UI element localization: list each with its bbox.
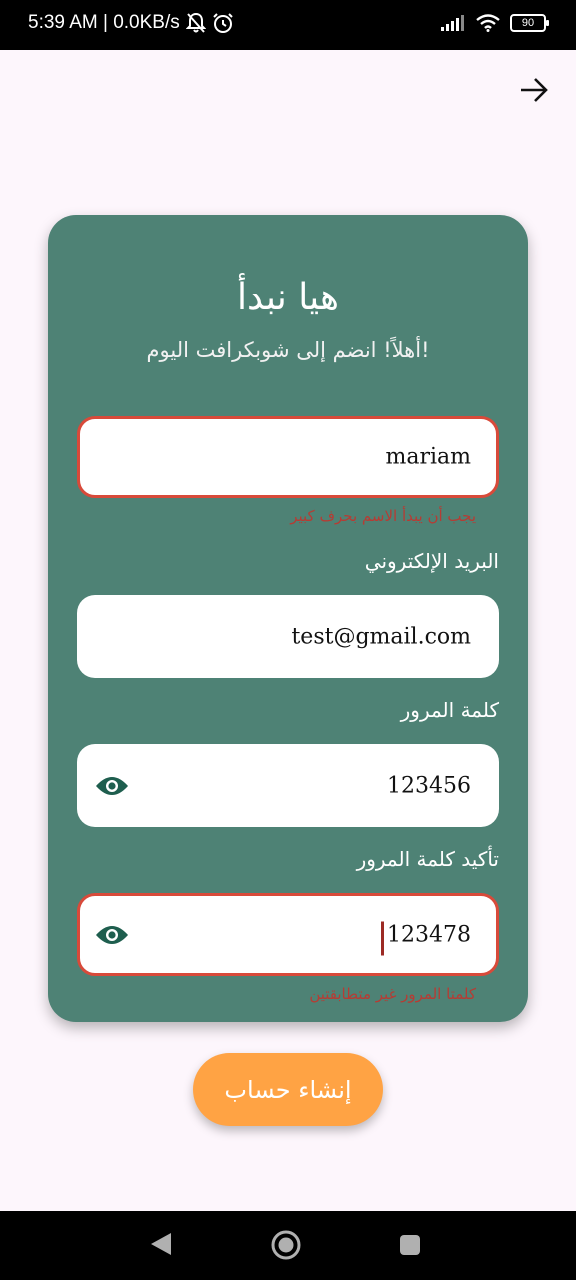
email-value: test@gmail.com bbox=[291, 624, 471, 649]
nav-back-icon[interactable] bbox=[149, 1231, 173, 1257]
confirm-password-error: كلمتا المرور غير متطابقتين bbox=[309, 985, 476, 1003]
confirm-password-text: 123478 bbox=[387, 922, 471, 947]
name-value: mariam bbox=[385, 444, 471, 470]
nav-home-icon[interactable] bbox=[270, 1229, 302, 1261]
name-field[interactable]: mariam bbox=[77, 416, 499, 498]
text-cursor bbox=[381, 921, 385, 955]
confirm-password-label: تأكيد كلمة المرور bbox=[356, 847, 499, 871]
show-confirm-password-eye-icon[interactable] bbox=[95, 923, 129, 947]
password-field[interactable]: 123456 bbox=[77, 744, 499, 827]
status-time-speed: 5:39 AM | 0.0KB/s bbox=[28, 12, 180, 33]
battery-level: 90 bbox=[521, 16, 535, 29]
password-label: كلمة المرور bbox=[400, 698, 499, 722]
battery-icon: 90 bbox=[510, 14, 549, 32]
create-account-button[interactable]: إنشاء حساب bbox=[193, 1053, 383, 1126]
page-title: هيا نبدأ bbox=[236, 277, 340, 318]
page-subtitle: أهلاً! انضم إلى شوبكرافت اليوم! bbox=[146, 338, 430, 362]
confirm-password-field[interactable]: 123478 bbox=[77, 893, 499, 976]
notifications-off-icon bbox=[185, 12, 206, 33]
back-arrow-icon[interactable] bbox=[518, 74, 550, 106]
signup-card: هيا نبدأ أهلاً! انضم إلى شوبكرافت اليوم!… bbox=[48, 215, 528, 1022]
email-label: البريد الإلكتروني bbox=[364, 549, 499, 573]
name-error: يجب أن يبدأ الاسم بحرف كبير bbox=[290, 507, 476, 525]
signal-icon bbox=[441, 15, 464, 31]
password-value: 123456 bbox=[387, 773, 471, 798]
nav-recents-icon[interactable] bbox=[399, 1234, 421, 1256]
confirm-password-value: 123478 bbox=[381, 921, 471, 955]
status-right: 90 bbox=[440, 14, 549, 32]
status-bar: 5:39 AM | 0.0KB/s 90 bbox=[0, 0, 576, 50]
email-field[interactable]: test@gmail.com bbox=[77, 595, 499, 678]
system-nav-bar bbox=[0, 1211, 576, 1280]
wifi-icon bbox=[476, 14, 500, 32]
alarm-icon bbox=[213, 13, 233, 33]
show-password-eye-icon[interactable] bbox=[95, 774, 129, 798]
status-left: 5:39 AM | 0.0KB/s bbox=[28, 12, 234, 34]
